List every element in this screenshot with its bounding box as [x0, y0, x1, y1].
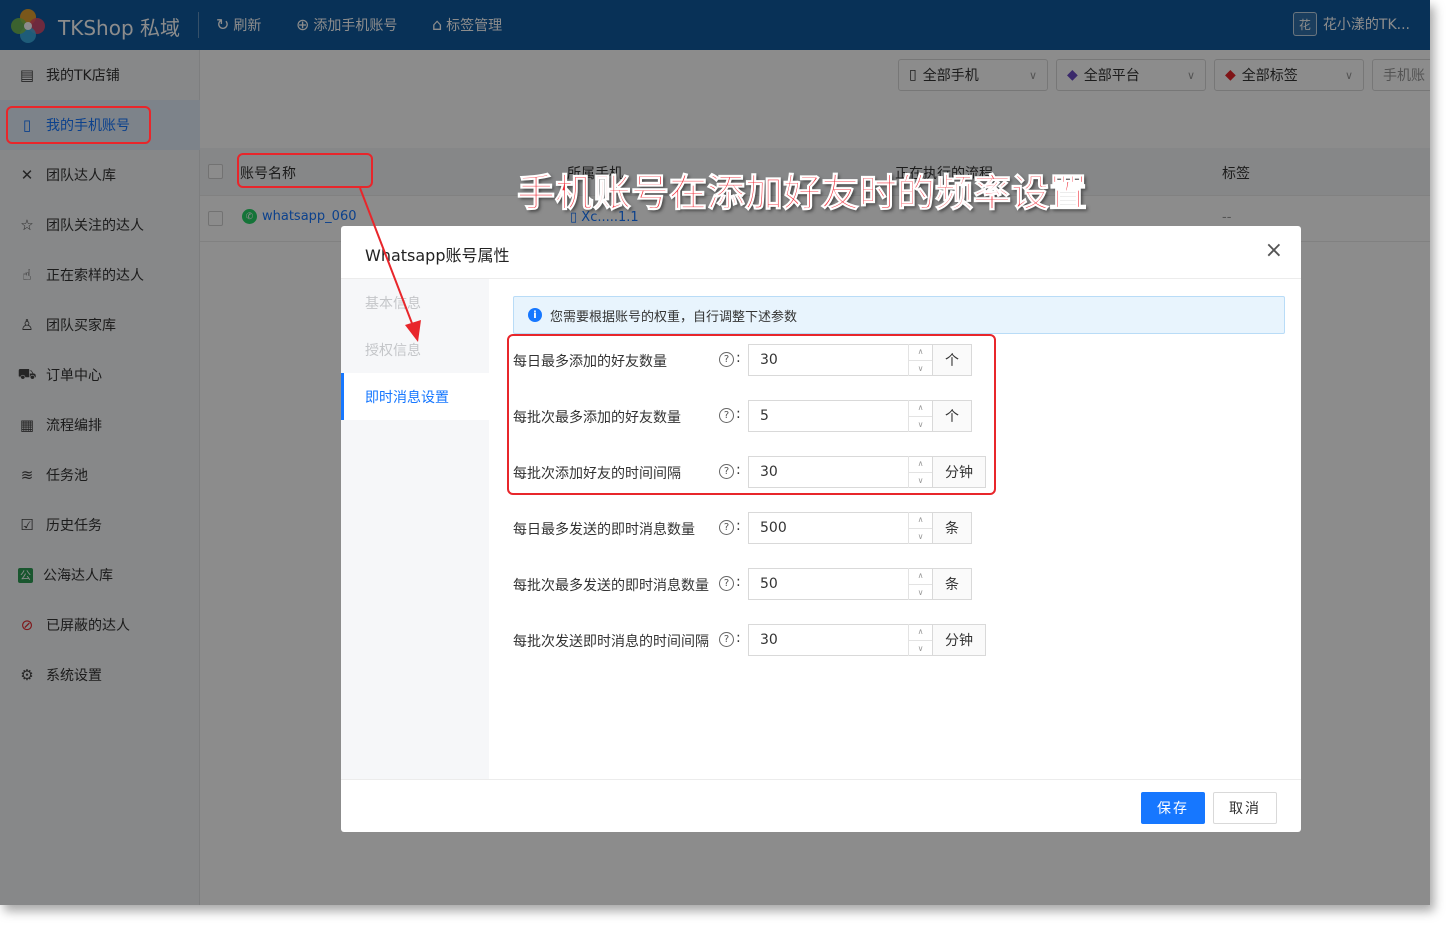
step-down-icon[interactable]: ∨ [909, 417, 932, 433]
step-down-icon[interactable]: ∨ [909, 473, 932, 489]
batch-max-friends-input[interactable]: 5 [748, 400, 932, 432]
info-icon: i [528, 308, 542, 322]
number-stepper[interactable]: ∧ ∨ [908, 624, 932, 656]
step-down-icon[interactable]: ∨ [909, 529, 932, 545]
dialog-footer: 保存 取消 [341, 779, 1301, 832]
step-up-icon[interactable]: ∧ [909, 456, 932, 473]
dialog-title: Whatsapp账号属性 [365, 246, 510, 265]
unit-addon: 分钟 [932, 456, 986, 488]
number-stepper[interactable]: ∧ ∨ [908, 400, 932, 432]
message-batch-interval-input[interactable]: 30 [748, 624, 932, 656]
field-label: 每批次添加好友的时间间隔 [513, 466, 681, 482]
colon: : [736, 630, 741, 646]
step-up-icon[interactable]: ∧ [909, 400, 932, 417]
batch-max-messages-input[interactable]: 50 [748, 568, 932, 600]
colon: : [736, 350, 741, 366]
form-row-batch-max-friends: 每批次最多添加的好友数量 ? : 5 ∧ ∨ 个 [513, 400, 1273, 432]
save-button[interactable]: 保存 [1141, 792, 1205, 824]
help-icon[interactable]: ? [719, 520, 734, 535]
number-stepper[interactable]: ∧ ∨ [908, 512, 932, 544]
step-down-icon[interactable]: ∨ [909, 641, 932, 657]
form-row-friend-batch-interval: 每批次添加好友的时间间隔 ? : 30 ∧ ∨ 分钟 [513, 456, 1273, 488]
unit-addon: 个 [932, 400, 972, 432]
dialog-body: i 您需要根据账号的权重，自行调整下述参数 每日最多添加的好友数量 ? : 30… [489, 279, 1301, 779]
number-stepper[interactable]: ∧ ∨ [908, 344, 932, 376]
dialog-tabs: 基本信息 授权信息 即时消息设置 [341, 279, 489, 779]
step-up-icon[interactable]: ∧ [909, 344, 932, 361]
help-icon[interactable]: ? [719, 408, 734, 423]
app-window: TKShop 私域 ↻ 刷新 ⊕ 添加手机账号 ⌂ 标签管理 花 花小漾的TK.… [0, 0, 1430, 905]
daily-max-messages-input[interactable]: 500 [748, 512, 932, 544]
unit-addon: 分钟 [932, 624, 986, 656]
help-icon[interactable]: ? [719, 632, 734, 647]
field-label: 每批次最多发送的即时消息数量 [513, 578, 709, 594]
form-row-daily-max-friends: 每日最多添加的好友数量 ? : 30 ∧ ∨ 个 [513, 344, 1273, 376]
account-properties-dialog: Whatsapp账号属性 × 基本信息 授权信息 即时消息设置 i 您需要根据账… [341, 226, 1301, 832]
help-icon[interactable]: ? [719, 576, 734, 591]
tab-im-settings[interactable]: 即时消息设置 [341, 373, 489, 420]
field-label: 每批次发送即时消息的时间间隔 [513, 634, 709, 650]
close-icon[interactable]: × [1265, 239, 1283, 263]
friend-batch-interval-input[interactable]: 30 [748, 456, 932, 488]
annotation-caption: 手机账号在添加好友时的频率设置 [516, 171, 1088, 216]
colon: : [736, 462, 741, 478]
step-up-icon[interactable]: ∧ [909, 568, 932, 585]
unit-addon: 条 [932, 568, 972, 600]
unit-addon: 个 [932, 344, 972, 376]
daily-max-friends-input[interactable]: 30 [748, 344, 932, 376]
form-row-message-batch-interval: 每批次发送即时消息的时间间隔 ? : 30 ∧ ∨ 分钟 [513, 624, 1273, 656]
tab-basic-info[interactable]: 基本信息 [341, 279, 489, 326]
field-label: 每批次最多添加的好友数量 [513, 410, 681, 426]
cancel-button[interactable]: 取消 [1213, 792, 1277, 824]
step-down-icon[interactable]: ∨ [909, 585, 932, 601]
field-label: 每日最多发送的即时消息数量 [513, 522, 695, 538]
colon: : [736, 518, 741, 534]
unit-addon: 条 [932, 512, 972, 544]
tab-auth-info[interactable]: 授权信息 [341, 326, 489, 373]
colon: : [736, 406, 741, 422]
form-row-batch-max-messages: 每批次最多发送的即时消息数量 ? : 50 ∧ ∨ 条 [513, 568, 1273, 600]
info-alert-text: 您需要根据账号的权重，自行调整下述参数 [550, 309, 798, 325]
step-up-icon[interactable]: ∧ [909, 512, 932, 529]
number-stepper[interactable]: ∧ ∨ [908, 568, 932, 600]
help-icon[interactable]: ? [719, 464, 734, 479]
dialog-header: Whatsapp账号属性 × [341, 226, 1301, 279]
number-stepper[interactable]: ∧ ∨ [908, 456, 932, 488]
form-row-daily-max-messages: 每日最多发送的即时消息数量 ? : 500 ∧ ∨ 条 [513, 512, 1273, 544]
help-icon[interactable]: ? [719, 352, 734, 367]
step-up-icon[interactable]: ∧ [909, 624, 932, 641]
field-label: 每日最多添加的好友数量 [513, 354, 667, 370]
step-down-icon[interactable]: ∨ [909, 361, 932, 377]
info-alert: i 您需要根据账号的权重，自行调整下述参数 [513, 296, 1285, 334]
colon: : [736, 574, 741, 590]
